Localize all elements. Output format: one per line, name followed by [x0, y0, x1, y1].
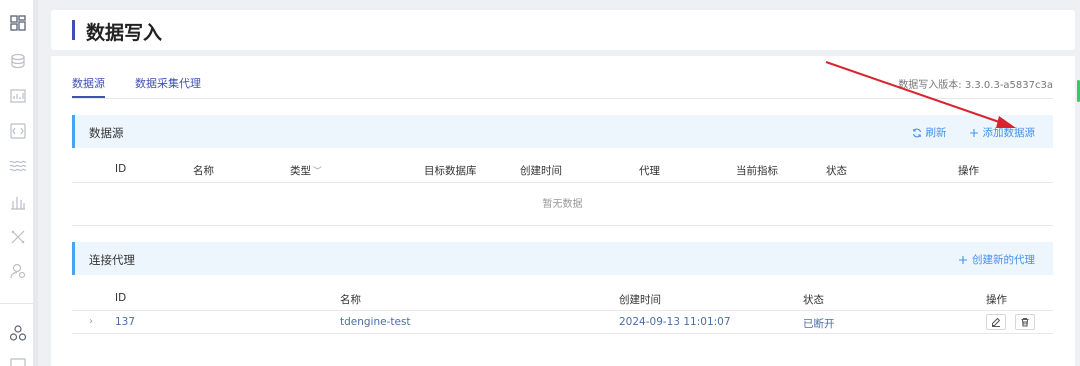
dashboard-icon[interactable] [9, 14, 27, 32]
agents-table-header: ID 名称 创建时间 状态 操作 [72, 285, 1053, 311]
column-header-actions: 操作 [986, 294, 1007, 306]
agents-section-title: 连接代理 [89, 253, 135, 267]
create-agent-button[interactable]: 创建新的代理 [958, 252, 1035, 267]
datasource-section-title: 数据源 [89, 126, 124, 140]
column-header-status: 状态 [803, 294, 824, 306]
agent-status: 已断开 [803, 318, 835, 330]
add-datasource-label: 添加数据源 [982, 127, 1036, 139]
main-panel: 数据源 数据采集代理 数据写入版本: 3.3.0.3-a5837c3a 数据源 … [51, 56, 1075, 366]
delete-button[interactable] [1015, 314, 1035, 330]
monitor-icon[interactable] [9, 356, 27, 366]
column-header-name: 名称 [340, 294, 361, 306]
column-header-type-label: 类型 [290, 165, 311, 177]
column-header-id: ID [115, 163, 127, 175]
column-header-actions: 操作 [958, 165, 979, 177]
title-accent-bar [72, 20, 75, 40]
data-in-icon[interactable] [9, 193, 27, 211]
stream-icon[interactable] [9, 157, 27, 175]
column-header-status: 状态 [826, 165, 847, 177]
table-row[interactable]: › 137 tdengine-test 2024-09-13 11:01:07 … [72, 312, 1053, 334]
agent-created: 2024-09-13 11:01:07 [619, 316, 731, 328]
tools-icon[interactable] [9, 228, 27, 246]
rail-divider [0, 303, 33, 304]
plus-icon [959, 255, 967, 264]
column-header-name: 名称 [193, 165, 214, 177]
edit-icon [992, 317, 1001, 327]
column-header-created: 创建时间 [520, 165, 562, 177]
page-header: 数据写入 [51, 10, 1075, 50]
datasource-table-header: ID 名称 类型 ﹀ 目标数据库 创建时间 代理 当前指标 状态 操作 [72, 155, 1053, 183]
version-text: 数据写入版本: 3.3.0.3-a5837c3a [898, 80, 1053, 91]
chart-icon[interactable] [9, 88, 27, 106]
refresh-button[interactable]: 刷新 [912, 125, 947, 140]
tab-collection-agent[interactable]: 数据采集代理 [135, 75, 201, 91]
plus-icon [969, 128, 978, 137]
delete-icon [1021, 318, 1029, 327]
agent-id: 137 [115, 316, 136, 328]
column-header-created: 创建时间 [619, 294, 661, 306]
agents-section-header: 连接代理 创建新的代理 [72, 242, 1053, 275]
datasource-section-header: 数据源 刷新 添加数据源 [72, 115, 1053, 148]
column-header-metrics: 当前指标 [736, 165, 778, 177]
datasource-empty-text: 暂无数据 [72, 184, 1053, 226]
create-agent-label: 创建新的代理 [972, 254, 1035, 266]
user-icon[interactable] [9, 262, 27, 280]
column-header-target-db: 目标数据库 [424, 165, 477, 177]
column-header-agent: 代理 [639, 165, 660, 177]
edit-button[interactable] [986, 314, 1006, 330]
explorer-icon[interactable] [9, 122, 27, 140]
column-header-type[interactable]: 类型 ﹀ [290, 163, 322, 178]
agent-name: tdengine-test [340, 316, 411, 328]
refresh-label: 刷新 [925, 127, 947, 139]
tab-datasource[interactable]: 数据源 [72, 75, 105, 98]
column-header-id: ID [115, 292, 127, 304]
chevron-right-icon[interactable]: › [89, 316, 93, 327]
chevron-down-icon[interactable]: ﹀ [313, 167, 322, 177]
database-icon[interactable] [9, 52, 27, 70]
page-title: 数据写入 [86, 22, 163, 44]
add-datasource-button[interactable]: 添加数据源 [969, 125, 1036, 140]
refresh-icon [912, 128, 921, 137]
cluster-icon[interactable] [9, 324, 27, 342]
rail-separator [33, 0, 38, 366]
